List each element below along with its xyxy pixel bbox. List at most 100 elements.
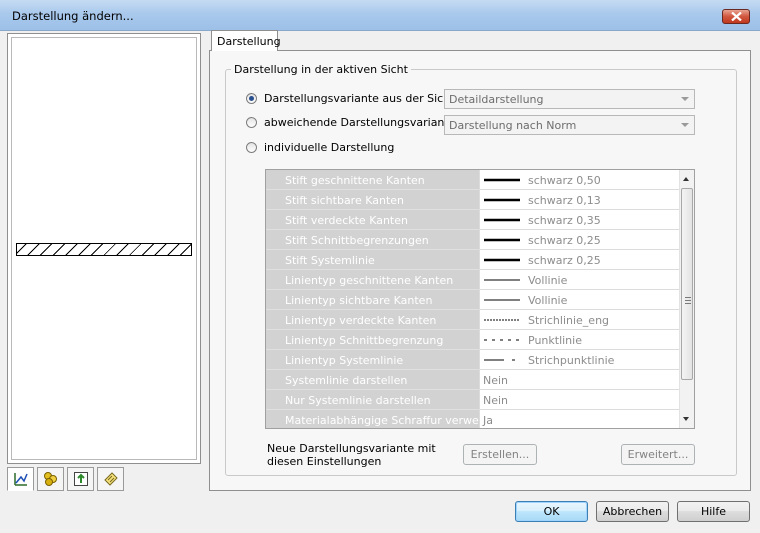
ok-button[interactable]: OK [515, 501, 588, 522]
property-value-cell[interactable]: schwarz 0,13 [479, 190, 679, 210]
property-name-cell: Linientyp geschnittene Kanten [266, 270, 479, 290]
material-icon [43, 472, 57, 486]
property-value: Vollinie [528, 294, 568, 307]
property-value: schwarz 0,25 [528, 254, 601, 267]
property-value-cell[interactable]: Punktlinie [479, 330, 679, 350]
property-name: Linientyp sichtbare Kanten [285, 294, 433, 307]
property-name-cell: Systemlinie darstellen [266, 370, 479, 390]
grip-icon [685, 297, 691, 304]
property-row[interactable]: Nur Systemlinie darstellen Nein [266, 390, 679, 410]
property-value-cell[interactable]: Ja [479, 410, 679, 428]
property-row[interactable]: Stift verdeckte Kanten schwarz 0,35 [266, 210, 679, 230]
property-row[interactable]: Stift Systemlinie schwarz 0,25 [266, 250, 679, 270]
grid-scrollbar[interactable] [679, 170, 694, 428]
property-value: Vollinie [528, 274, 568, 287]
chevron-down-icon [681, 97, 689, 101]
close-button[interactable] [722, 9, 750, 24]
chevron-down-icon [681, 123, 689, 127]
close-icon [731, 12, 742, 21]
property-row[interactable]: Linientyp Schnittbegrenzung Punktlinie [266, 330, 679, 350]
property-name-cell: Linientyp Schnittbegrenzung [266, 330, 479, 350]
property-name: Systemlinie darstellen [285, 374, 408, 387]
line-style-icon [13, 473, 28, 486]
property-value: Strichpunktlinie [528, 354, 615, 367]
property-name-cell: Linientyp sichtbare Kanten [266, 290, 479, 310]
property-name-cell: Stift verdeckte Kanten [266, 210, 479, 230]
property-value: Nein [483, 374, 509, 387]
property-value: schwarz 0,13 [528, 194, 601, 207]
scroll-down-icon[interactable] [683, 417, 689, 421]
tab-darstellung[interactable]: Darstellung [211, 30, 281, 51]
property-value-cell[interactable]: schwarz 0,35 [479, 210, 679, 230]
property-row[interactable]: Linientyp Systemlinie Strichpunktlinie [266, 350, 679, 370]
hatch-preview [16, 243, 192, 256]
property-name: Stift verdeckte Kanten [285, 214, 408, 227]
property-value-cell[interactable]: schwarz 0,25 [479, 250, 679, 270]
dialog-window: Darstellung ändern... Darstellung Darste… [0, 0, 760, 533]
property-name: Linientyp Schnittbegrenzung [285, 334, 444, 347]
cancel-button[interactable]: Abbrechen [596, 501, 669, 522]
property-value: schwarz 0,25 [528, 234, 601, 247]
property-value: Punktlinie [528, 334, 582, 347]
create-button[interactable]: Erstellen... [463, 444, 537, 465]
property-name-cell: Stift geschnittene Kanten [266, 170, 479, 190]
side-tab-material[interactable] [37, 467, 64, 491]
window-title: Darstellung ändern... [12, 9, 134, 23]
property-name: Linientyp verdeckte Kanten [285, 314, 437, 327]
property-row[interactable]: Stift Schnittbegrenzungen schwarz 0,25 [266, 230, 679, 250]
property-value-cell[interactable]: Strichlinie_eng [479, 310, 679, 330]
property-name-cell: Nur Systemlinie darstellen [266, 390, 479, 410]
export-icon [73, 472, 88, 486]
radio-different-variant[interactable]: abweichende Darstellungsvariante [246, 116, 456, 129]
property-value-cell[interactable]: schwarz 0,25 [479, 230, 679, 250]
property-value: schwarz 0,50 [528, 174, 601, 187]
radio-button[interactable] [246, 142, 257, 153]
radio-button[interactable] [246, 117, 257, 128]
property-name: Stift Schnittbegrenzungen [285, 234, 429, 247]
advanced-button[interactable]: Erweitert... [621, 444, 695, 465]
radio-label: individuelle Darstellung [264, 141, 395, 154]
different-variant-select[interactable]: Darstellung nach Norm [444, 115, 695, 135]
property-row[interactable]: Linientyp sichtbare Kanten Vollinie [266, 290, 679, 310]
radio-button[interactable] [246, 93, 257, 104]
property-row[interactable]: Systemlinie darstellen Nein [266, 370, 679, 390]
side-tab-line-style[interactable] [7, 467, 34, 491]
radio-individual[interactable]: individuelle Darstellung [246, 141, 394, 154]
note-icon [103, 472, 118, 486]
side-tab-note[interactable] [97, 467, 124, 491]
property-name: Stift Systemlinie [285, 254, 375, 267]
property-name-cell: Materialabhängige Schraffur verwender [266, 410, 504, 428]
property-value-cell[interactable]: Vollinie [479, 270, 679, 290]
property-value: schwarz 0,35 [528, 214, 601, 227]
side-tab-export[interactable] [67, 467, 94, 491]
radio-view-variant[interactable]: Darstellungsvariante aus der Sicht [246, 92, 455, 105]
radio-label: Darstellungsvariante aus der Sicht [264, 92, 455, 105]
property-name-cell: Linientyp verdeckte Kanten [266, 310, 479, 330]
property-value: Ja [483, 414, 493, 427]
property-row[interactable]: Linientyp verdeckte Kanten Strichlinie_en… [266, 310, 679, 330]
property-name-cell: Linientyp Systemlinie [266, 350, 479, 370]
property-row[interactable]: Stift geschnittene Kanten schwarz 0,50 [266, 170, 679, 190]
scroll-up-icon[interactable] [683, 177, 689, 181]
property-value-cell[interactable]: Nein [479, 370, 679, 390]
property-row[interactable]: Linientyp geschnittene Kanten Vollinie [266, 270, 679, 290]
view-variant-select[interactable]: Detaildarstellung [444, 89, 695, 109]
property-value-cell[interactable]: schwarz 0,50 [479, 170, 679, 190]
title-bar: Darstellung ändern... [0, 0, 760, 31]
property-row[interactable]: Materialabhängige Schraffur verwender Ja [266, 410, 679, 428]
radio-label: abweichende Darstellungsvariante [264, 116, 456, 129]
property-value-cell[interactable]: Nein [479, 390, 679, 410]
property-value-cell[interactable]: Vollinie [479, 290, 679, 310]
property-row[interactable]: Stift sichtbare Kanten schwarz 0,13 [266, 190, 679, 210]
help-button[interactable]: Hilfe [677, 501, 750, 522]
tab-label: Darstellung [217, 35, 281, 48]
group-title: Darstellung in der aktiven Sicht [231, 63, 411, 76]
property-name: Linientyp geschnittene Kanten [285, 274, 454, 287]
property-name-cell: Stift sichtbare Kanten [266, 190, 479, 210]
property-value: Nein [483, 394, 509, 407]
select-value: Darstellung nach Norm [449, 119, 577, 132]
property-value-cell[interactable]: Strichpunktlinie [479, 350, 679, 370]
property-name: Linientyp Systemlinie [285, 354, 404, 367]
scroll-thumb[interactable] [681, 188, 693, 380]
property-value: Strichlinie_eng [528, 314, 610, 327]
